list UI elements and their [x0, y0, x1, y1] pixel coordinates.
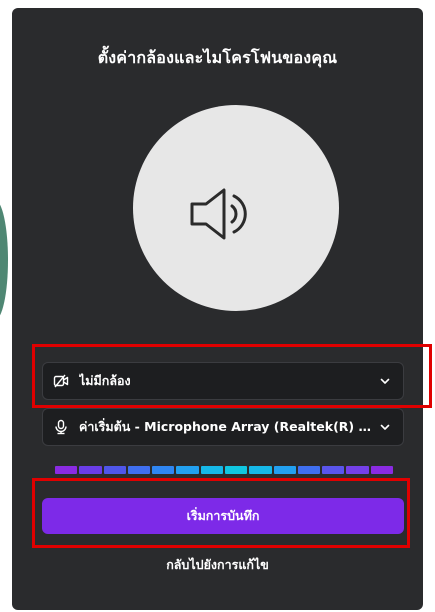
- speaker-icon: [190, 188, 247, 240]
- meter-segment: [176, 466, 199, 474]
- microphone-select[interactable]: ค่าเริ่มต้น - Microphone Array (Realtek(…: [42, 408, 404, 446]
- microphone-select-value: ค่าเริ่มต้น - Microphone Array (Realtek(…: [79, 419, 371, 434]
- meter-segment: [55, 466, 78, 474]
- camera-select-value: ไม่มีกล้อง: [79, 373, 131, 388]
- meter-segment: [273, 466, 296, 474]
- meter-segment: [346, 466, 369, 474]
- meter-segment: [79, 466, 102, 474]
- meter-segment: [127, 466, 151, 474]
- meter-segment: [152, 466, 175, 474]
- camera-off-icon: [53, 374, 69, 388]
- background-shape: [0, 200, 8, 320]
- camera-select[interactable]: ไม่มีกล้อง: [42, 362, 404, 400]
- start-recording-button[interactable]: เริ่มการบันทึก: [42, 498, 404, 534]
- screenshot-frame: ตั้งค่ากล้องและไมโครโฟนของคุณ ไม่มีกล้อง…: [0, 0, 435, 612]
- dialog-title: ตั้งค่ากล้องและไมโครโฟนของคุณ: [97, 48, 338, 67]
- meter-segment: [103, 466, 126, 474]
- meter-segment: [200, 466, 223, 474]
- chevron-down-icon: [380, 424, 390, 430]
- back-to-editing-link[interactable]: กลับไปยังการแก้ไข: [0, 555, 435, 575]
- meter-segment: [249, 466, 272, 474]
- meter-segment: [322, 466, 345, 474]
- meter-segment: [370, 466, 393, 474]
- audio-level-meter: [55, 466, 393, 474]
- background-strip: [0, 0, 12, 612]
- microphone-icon: [55, 419, 67, 435]
- chevron-down-icon: [380, 378, 390, 384]
- meter-segment: [297, 466, 321, 474]
- meter-segment: [224, 466, 248, 474]
